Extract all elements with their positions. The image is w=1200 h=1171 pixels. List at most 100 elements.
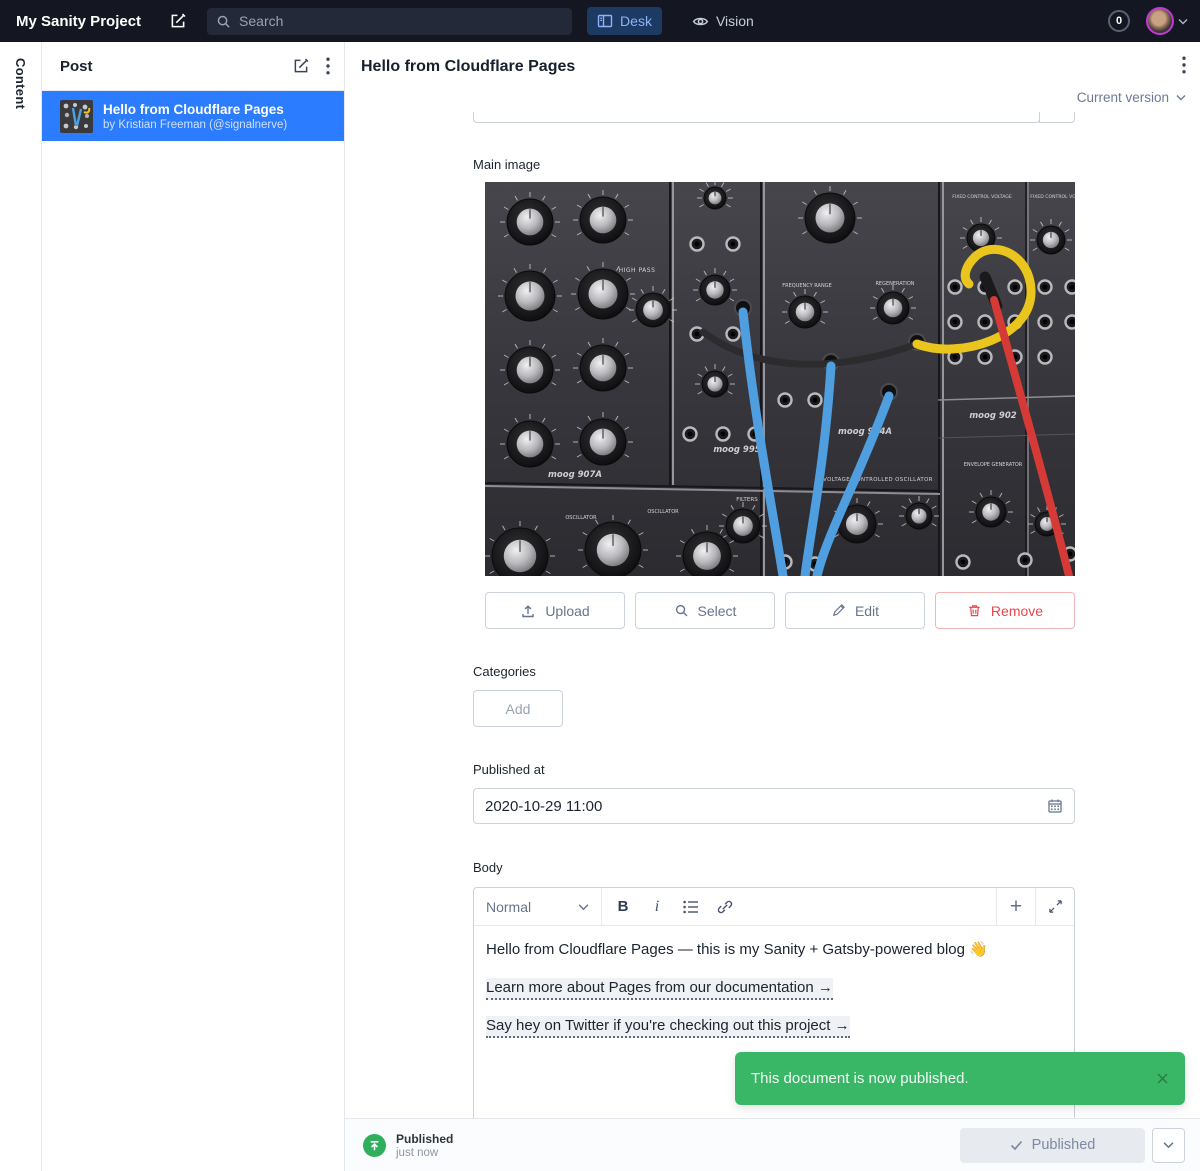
search-input[interactable]: [239, 13, 563, 29]
post-item-title: Hello from Cloudflare Pages: [103, 102, 287, 117]
edit-label: Edit: [855, 603, 879, 619]
pane-title: Post: [60, 58, 93, 75]
post-list-item-selected[interactable]: Hello from Cloudflare Pages by Kristian …: [42, 91, 344, 141]
fullscreen-button[interactable]: [1035, 888, 1074, 925]
version-label: Current version: [1077, 90, 1169, 105]
upload-label: Upload: [545, 603, 589, 619]
photo-label: HIGH PASS: [619, 267, 656, 274]
photo-label: FREQUENCY RANGE: [782, 283, 832, 289]
toast-message: This document is now published.: [751, 1070, 969, 1087]
insert-block-button[interactable]: +: [996, 888, 1035, 925]
document-title: Hello from Cloudflare Pages: [361, 58, 575, 76]
pane-menu-dots-icon[interactable]: [326, 57, 330, 75]
categories-label: Categories: [473, 664, 536, 679]
success-toast: This document is now published. ×: [735, 1052, 1185, 1105]
bold-button[interactable]: B: [608, 892, 638, 922]
main-image-label: Main image: [473, 157, 540, 172]
pencil-icon: [831, 603, 846, 618]
editor-content[interactable]: Hello from Cloudflare Pages — this is my…: [474, 926, 1074, 1069]
body-label: Body: [473, 860, 503, 875]
photo-label: FIXED CONTROL VOLTAGE: [952, 194, 1012, 200]
eye-icon: [692, 13, 709, 30]
post-list-header: Post: [42, 42, 344, 91]
search-icon: [216, 14, 231, 29]
tab-vision[interactable]: Vision: [682, 7, 764, 35]
post-thumbnail: [60, 100, 93, 133]
text-style-value: Normal: [486, 899, 531, 915]
create-post-button[interactable]: [292, 57, 310, 75]
upload-icon: [520, 603, 536, 619]
photo-label: moog 904A: [838, 427, 892, 437]
photo-label: moog 995: [713, 445, 760, 455]
new-document-button[interactable]: [165, 8, 191, 34]
publish-button[interactable]: Published: [960, 1128, 1145, 1163]
search-bar: [207, 8, 572, 35]
editor-actions: +: [996, 888, 1074, 925]
body-link-documentation[interactable]: Learn more about Pages from our document…: [486, 978, 833, 1000]
document-form-scroll: Main image: [345, 112, 1200, 1118]
user-menu-chevron-icon[interactable]: [1178, 18, 1188, 25]
version-selector[interactable]: Current version: [1077, 90, 1186, 105]
tab-desk[interactable]: Desk: [587, 7, 662, 35]
compose-icon: [169, 12, 187, 30]
published-at-value: 2020-10-29 11:00: [485, 798, 602, 815]
avatar[interactable]: [1146, 7, 1174, 35]
publish-status-label: Published: [396, 1132, 453, 1146]
format-buttons: B i: [602, 888, 996, 925]
bullet-list-button[interactable]: [676, 892, 706, 922]
remove-button[interactable]: Remove: [935, 592, 1075, 629]
remove-label: Remove: [991, 603, 1043, 619]
publish-menu-button[interactable]: [1152, 1128, 1185, 1163]
photo-label: FIXED CONTROL VOLTAGE: [1030, 194, 1075, 200]
top-navbar: My Sanity Project Desk Vision 0: [0, 0, 1200, 42]
tab-desk-label: Desk: [620, 13, 652, 29]
trash-icon: [967, 603, 982, 618]
photo-label: REGENERATION: [875, 281, 914, 287]
add-category-button[interactable]: Add: [473, 690, 563, 727]
photo-label: moog 907A: [548, 470, 602, 480]
project-title[interactable]: My Sanity Project: [16, 13, 141, 30]
slug-input-clipped[interactable]: [473, 112, 1040, 123]
tab-vision-label: Vision: [716, 13, 754, 29]
photo-label: VOLTAGE CONTROLLED OSCILLATOR: [823, 477, 933, 483]
image-field-actions: Upload Select Edit Remove: [485, 592, 1075, 629]
post-item-subtitle: by Kristian Freeman (@signalnerve): [103, 119, 287, 131]
photo-label: FILTERS: [736, 497, 758, 503]
body-link-twitter[interactable]: Say hey on Twitter if you're checking ou…: [486, 1016, 850, 1038]
photo-label: OSCILLATOR: [565, 515, 597, 521]
close-icon[interactable]: ×: [1156, 1068, 1169, 1090]
main-image-preview[interactable]: HIGH PASS FREQUENCY RANGE REGENERATION F…: [485, 182, 1075, 576]
text-style-select[interactable]: Normal: [474, 888, 602, 925]
published-at-input[interactable]: 2020-10-29 11:00: [473, 788, 1075, 824]
photo-label: OSCILLATOR: [647, 509, 679, 515]
select-label: Select: [698, 603, 737, 619]
document-pane: Hello from Cloudflare Pages Current vers…: [345, 42, 1200, 1171]
calendar-icon[interactable]: [1047, 798, 1063, 814]
publish-status-icon: [363, 1134, 386, 1157]
chevron-down-icon: [1176, 94, 1186, 101]
chevron-down-icon: [578, 903, 589, 911]
select-button[interactable]: Select: [635, 592, 775, 629]
upload-button[interactable]: Upload: [485, 592, 625, 629]
italic-button[interactable]: i: [642, 892, 672, 922]
publish-button-label: Published: [1032, 1137, 1096, 1153]
document-menu-dots-icon[interactable]: [1182, 56, 1186, 74]
notifications-badge[interactable]: 0: [1108, 10, 1130, 32]
editor-toolbar: Normal B i: [474, 888, 1074, 926]
document-footer: Published just now Published: [345, 1118, 1200, 1171]
photo-label: ENVELOPE GENERATOR: [964, 462, 1023, 468]
slug-input-button-clipped[interactable]: [1039, 112, 1075, 123]
post-list-pane: Post Hello from Cloudflare Pages by Kris…: [42, 42, 345, 1171]
published-at-label: Published at: [473, 762, 545, 777]
body-paragraph: Hello from Cloudflare Pages — this is my…: [486, 941, 1062, 960]
publish-time: just now: [396, 1147, 453, 1159]
content-sidebar: Content: [0, 42, 42, 1171]
search-icon: [674, 603, 689, 618]
photo-label: moog 902: [969, 411, 1016, 421]
check-icon: [1010, 1140, 1023, 1151]
edit-button[interactable]: Edit: [785, 592, 925, 629]
desk-icon: [597, 13, 613, 29]
content-tab-label[interactable]: Content: [13, 58, 28, 109]
document-header: Hello from Cloudflare Pages Current vers…: [345, 42, 1200, 112]
link-button[interactable]: [710, 892, 740, 922]
